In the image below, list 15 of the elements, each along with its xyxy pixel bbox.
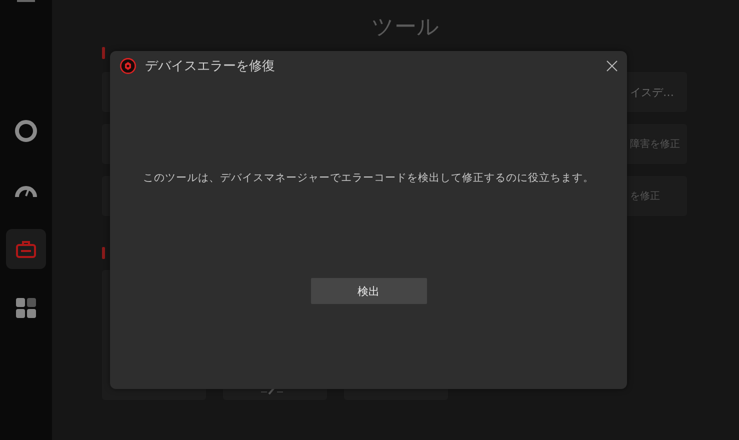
dialog-message: このツールは、デバイスマネージャーでエラーコードを検出して修正するのに役立ちます。 (143, 171, 594, 185)
ring-icon (14, 119, 38, 143)
card-label: 障害を修正 (630, 138, 680, 151)
app-logo-icon (120, 58, 136, 74)
card-label: イスデ… (630, 84, 674, 100)
section-marker (102, 47, 105, 59)
sidebar-item[interactable] (6, 229, 46, 269)
pencil-icon (261, 387, 283, 395)
card-label: を修正 (630, 190, 660, 203)
dialog-title: デバイスエラーを修復 (145, 58, 276, 75)
detect-button[interactable]: 検出 (310, 278, 426, 304)
page-title: ツール (370, 14, 440, 42)
grid-icon (15, 297, 37, 319)
close-icon[interactable] (606, 60, 618, 72)
section-marker (102, 247, 105, 259)
